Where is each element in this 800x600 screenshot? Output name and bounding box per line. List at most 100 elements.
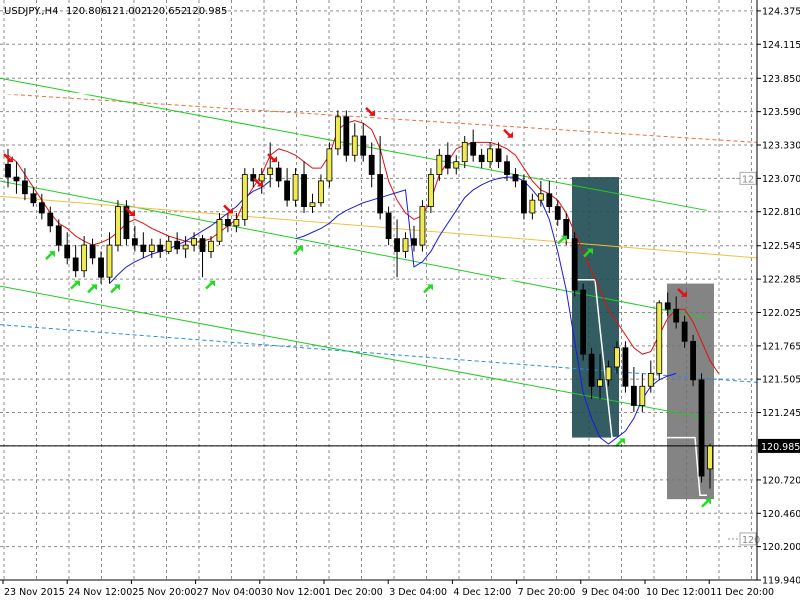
candle-bull xyxy=(326,148,333,182)
candle-bear xyxy=(64,244,71,259)
candle-bear xyxy=(47,212,54,227)
candle-bear xyxy=(504,161,510,175)
candle-bull xyxy=(267,167,274,175)
candle-bear xyxy=(30,193,37,204)
ohlc-value: 120.806 xyxy=(66,6,107,17)
x-tick-label: 9 Dec 04:00 xyxy=(582,587,640,598)
candle-bull xyxy=(318,180,324,204)
y-tick-label: 121.505 xyxy=(762,375,800,386)
y-tick-label: 121.245 xyxy=(762,408,800,419)
y-tick-label: 122.025 xyxy=(762,308,800,319)
candle-bull xyxy=(639,385,646,406)
candle-bear xyxy=(284,180,291,201)
candle-bull xyxy=(258,174,265,182)
candle-bear xyxy=(72,257,79,272)
candle-bull xyxy=(529,199,536,214)
sell-zone-dark xyxy=(572,177,619,438)
x-tick-label: 1 Dec 20:00 xyxy=(325,587,383,598)
y-tick-label: 123.330 xyxy=(762,141,800,152)
y-tick-label: 122.545 xyxy=(762,241,800,252)
candle-bear xyxy=(521,180,527,214)
candle-bear xyxy=(13,176,20,182)
y-tick-label: 120.460 xyxy=(762,509,800,520)
candle-bear xyxy=(478,154,485,163)
candle-bull xyxy=(115,206,121,246)
candle-bear xyxy=(275,167,282,182)
y-tick-label: 124.375 xyxy=(762,6,800,17)
candle-bull xyxy=(487,148,493,163)
candle-bull xyxy=(427,174,434,207)
y-tick-label: 120.720 xyxy=(762,475,800,486)
candle-bear xyxy=(546,193,553,207)
candle-bear xyxy=(157,244,164,252)
candle-bull xyxy=(614,347,620,368)
x-tick-label: 30 Nov 12:00 xyxy=(261,587,325,598)
price-marker-label: 12 xyxy=(742,174,754,185)
candle-bear xyxy=(580,289,587,355)
ohlc-values: 120.806121.002120.652120.985 xyxy=(66,6,227,17)
y-tick-label: 123.070 xyxy=(762,174,800,185)
candle-bull xyxy=(292,174,299,201)
y-tick-label: 119.940 xyxy=(762,576,800,587)
candle-bull xyxy=(191,238,197,246)
x-tick-label: 4 Dec 12:00 xyxy=(453,587,511,598)
candle-bear xyxy=(664,302,671,310)
candle-bull xyxy=(309,202,316,207)
y-tick-label: 124.115 xyxy=(762,40,800,51)
chart-title: USDJPY.,H4 xyxy=(4,6,58,17)
candle-bull xyxy=(605,366,612,381)
y-tick-label: 123.590 xyxy=(762,107,800,118)
candle-bear xyxy=(512,174,519,182)
x-tick-label: 24 Nov 12:00 xyxy=(68,587,132,598)
candle-bull xyxy=(182,244,189,250)
candle-bull xyxy=(537,193,544,201)
candle-bear xyxy=(131,238,138,246)
y-tick-label: 121.765 xyxy=(762,341,800,352)
candle-bear xyxy=(368,154,375,175)
candle-bear xyxy=(5,163,11,178)
candle-bear xyxy=(140,244,147,252)
x-tick-label: 23 Nov 2015 xyxy=(4,587,65,598)
x-tick-label: 25 Nov 20:00 xyxy=(132,587,196,598)
x-tick-label: 3 Dec 04:00 xyxy=(389,587,447,598)
candle-bull xyxy=(461,142,468,163)
candle-bear xyxy=(571,238,578,291)
candle-bear xyxy=(690,340,696,381)
y-tick-label: 122.810 xyxy=(762,207,800,218)
candle-bear xyxy=(673,308,680,323)
candle-bear xyxy=(38,202,45,214)
y-tick-label: 122.285 xyxy=(762,275,800,286)
ohlc-value: 120.985 xyxy=(186,6,227,17)
candle-bear xyxy=(411,238,417,246)
x-tick-label: 7 Dec 20:00 xyxy=(518,587,576,598)
candle-bear xyxy=(588,353,595,387)
candle-bear xyxy=(22,180,28,195)
candle-bear xyxy=(698,379,705,477)
candle-bear xyxy=(174,240,181,250)
candle-bear xyxy=(377,174,384,214)
candle-bull xyxy=(106,244,113,278)
candle-bear xyxy=(55,225,62,246)
candle-bull xyxy=(216,219,223,242)
ohlc-value: 120.652 xyxy=(146,6,187,17)
candle-bull xyxy=(165,240,172,252)
price-chart: 12120 124.375124.115123.850123.590123.33… xyxy=(0,0,800,600)
candle-bear xyxy=(98,257,104,278)
candle-bull xyxy=(402,238,409,252)
candle-bear xyxy=(225,219,231,227)
candle-bear xyxy=(343,116,350,156)
candle-bear xyxy=(360,135,367,156)
candle-bear xyxy=(394,238,400,252)
x-tick-label: 11 Dec 20:00 xyxy=(710,587,774,598)
y-tick-label: 123.850 xyxy=(762,74,800,85)
candle-bull xyxy=(707,445,713,470)
candle-bull xyxy=(597,379,603,387)
candle-bear xyxy=(630,385,637,406)
candle-bull xyxy=(334,116,341,150)
candle-bull xyxy=(148,244,155,252)
x-tick-label: 10 Dec 12:00 xyxy=(646,587,710,598)
candle-bear xyxy=(301,174,307,207)
candle-bull xyxy=(81,244,88,272)
candle-bull xyxy=(656,302,663,374)
candle-bear xyxy=(444,154,451,169)
